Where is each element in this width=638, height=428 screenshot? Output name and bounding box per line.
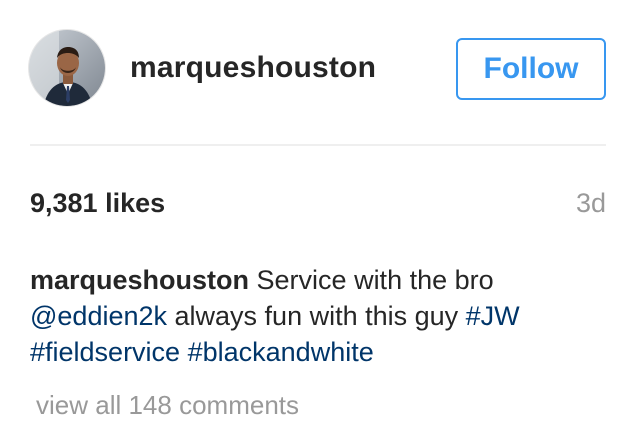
hashtag-link[interactable]: #blackandwhite	[188, 337, 374, 367]
post-header: marqueshouston Follow	[28, 27, 606, 109]
likes-count[interactable]: 9,381 likes	[30, 188, 165, 219]
mention-link[interactable]: @eddien2k	[30, 301, 167, 331]
caption-author[interactable]: marqueshouston	[30, 265, 249, 295]
profile-photo-icon	[29, 30, 105, 106]
hashtag-link[interactable]: #JW	[466, 301, 520, 331]
post-caption: marqueshouston Service with the bro @eddi…	[30, 262, 615, 370]
caption-text: Service with the bro	[249, 265, 494, 295]
username[interactable]: marqueshouston	[130, 51, 456, 85]
view-comments-link[interactable]: view all 148 comments	[36, 390, 299, 421]
post-stats: 9,381 likes 3d	[30, 188, 606, 219]
follow-button[interactable]: Follow	[456, 38, 606, 100]
post-age[interactable]: 3d	[576, 188, 606, 219]
avatar[interactable]	[28, 29, 106, 107]
instagram-post-info: marqueshouston Follow 9,381 likes 3d mar…	[0, 0, 638, 428]
caption-text: always fun with this guy	[167, 301, 466, 331]
hashtag-link[interactable]: #fieldservice	[30, 337, 180, 367]
divider	[30, 144, 606, 146]
